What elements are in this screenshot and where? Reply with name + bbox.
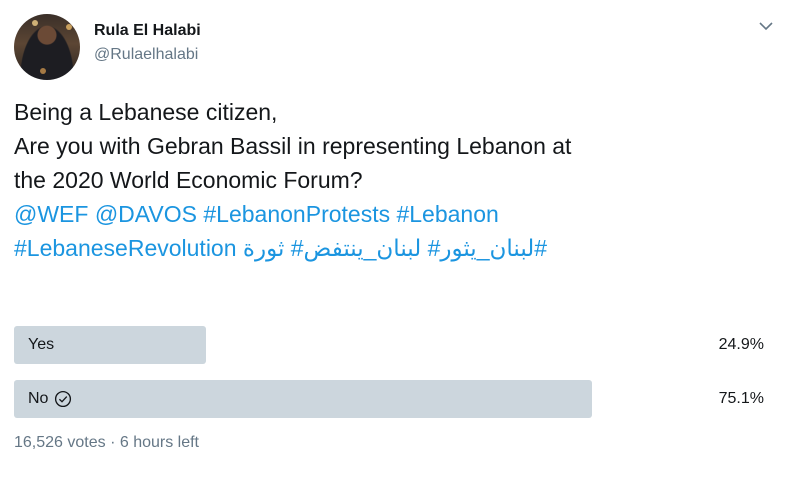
poll-option-label: Yes bbox=[28, 336, 54, 354]
author-name[interactable]: Rula El Halabi bbox=[94, 22, 201, 40]
separator: · bbox=[105, 434, 120, 451]
tweet-hashtags[interactable]: #LebaneseRevolution لبنان_يثور# لبنان_ين… bbox=[14, 231, 784, 265]
chevron-down-icon[interactable] bbox=[756, 16, 776, 36]
vote-count: 16,526 votes bbox=[14, 434, 106, 451]
tweet-text: Being a Lebanese citizen, Are you with G… bbox=[14, 95, 784, 265]
tweet-header: Rula El Halabi @Rulaelhalabi bbox=[14, 14, 784, 80]
poll-option-no: No 75.1% bbox=[14, 380, 784, 418]
poll-option-percent: 75.1% bbox=[718, 390, 764, 407]
poll-option-yes: Yes 24.9% bbox=[14, 326, 784, 364]
poll-meta: 16,526 votes · 6 hours left bbox=[14, 434, 199, 452]
poll-option-percent: 24.9% bbox=[718, 336, 764, 353]
tweet-line: the 2020 World Economic Forum? bbox=[14, 167, 363, 193]
poll: Yes 24.9% No 75.1% bbox=[14, 326, 784, 434]
tweet-line: Being a Lebanese citizen, bbox=[14, 99, 278, 125]
poll-option-text: No bbox=[28, 390, 49, 407]
avatar[interactable] bbox=[14, 14, 80, 80]
poll-option-text: Yes bbox=[28, 336, 55, 353]
check-circle-icon bbox=[55, 390, 72, 408]
poll-bar bbox=[14, 380, 592, 418]
poll-option-label: No bbox=[28, 390, 72, 408]
author-handle[interactable]: @Rulaelhalabi bbox=[94, 46, 198, 64]
tweet-hashtags[interactable]: @WEF @DAVOS #LebanonProtests #Lebanon bbox=[14, 197, 784, 231]
time-left: 6 hours left bbox=[119, 434, 199, 451]
tweet-line: Are you with Gebran Bassil in representi… bbox=[14, 133, 572, 159]
